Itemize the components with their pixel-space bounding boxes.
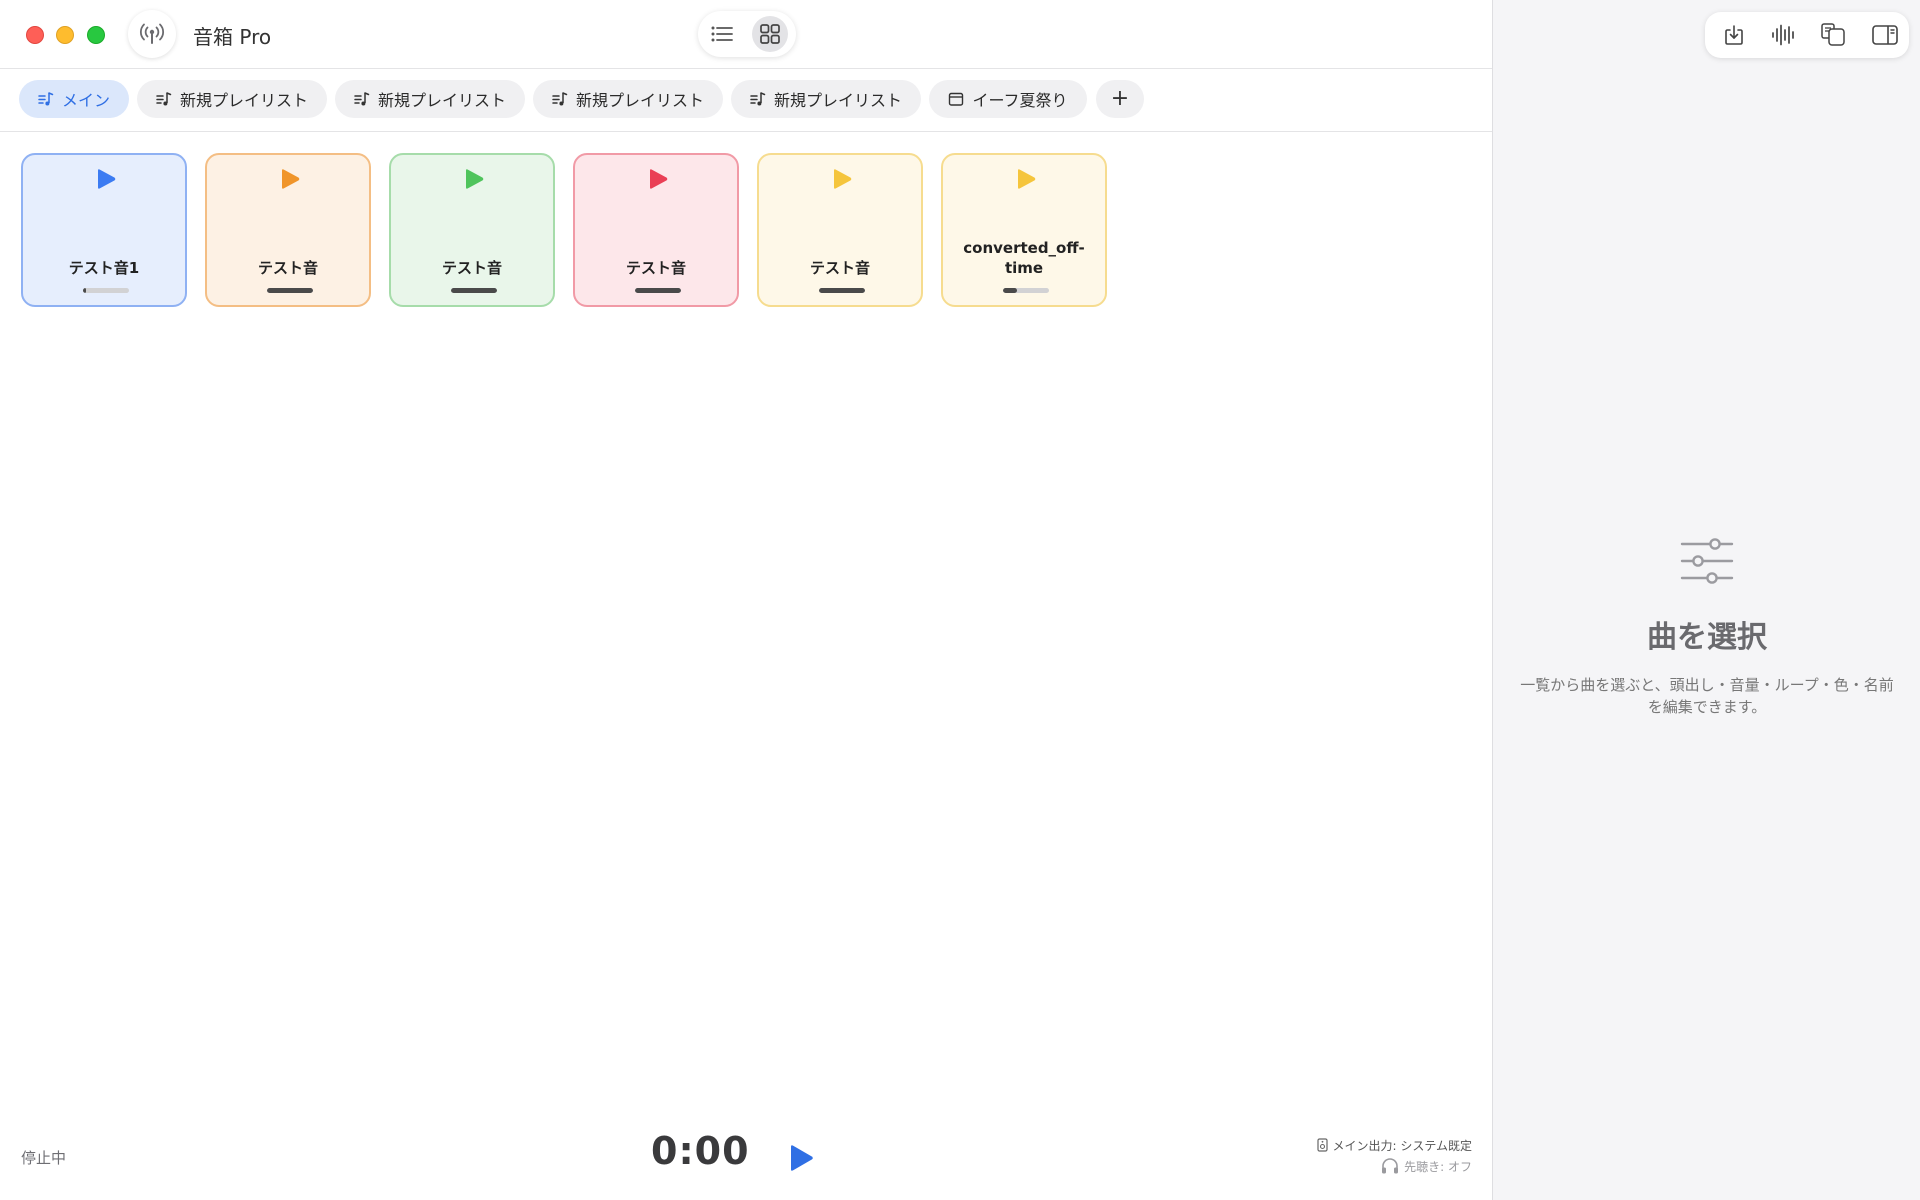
speaker-icon [1316, 1138, 1328, 1152]
main-output-line[interactable]: メイン出力: システム既定 [1316, 1136, 1473, 1154]
tab-label: 新規プレイリスト [179, 91, 308, 110]
tab-4[interactable]: 新規プレイリスト [731, 80, 921, 118]
copy-button[interactable] [1821, 22, 1847, 48]
playlist-icon [750, 92, 766, 106]
time-display: 0:00 [651, 1129, 750, 1173]
playlist-icon [354, 92, 370, 106]
app-title: 音箱 Pro [193, 25, 272, 49]
tab-label: メイン [61, 91, 110, 110]
zoom-window-button[interactable] [87, 26, 105, 44]
play-icon[interactable] [832, 168, 852, 190]
empty-state: 曲を選択 一覧から曲を選ぶと、頭出し・音量・ループ・色・名前を編集できます。 [1493, 538, 1920, 718]
playback-progress-fill [83, 288, 86, 293]
headphones-icon [1382, 1158, 1399, 1174]
tab-3[interactable]: 新規プレイリスト [533, 80, 723, 118]
main-area: 音箱 Pro メイン 新規プレイリスト 新規プレイリスト 新規プレイリスト 新規… [0, 0, 1492, 1200]
playlist-icon [156, 92, 172, 106]
sidebar-toggle-button[interactable] [1872, 22, 1898, 48]
empty-title: 曲を選択 [1647, 620, 1767, 655]
grid-icon [760, 24, 780, 44]
sound-card[interactable]: テスト音1 [21, 153, 187, 307]
tab-label: 新規プレイリスト [377, 91, 506, 110]
play-icon[interactable] [96, 168, 116, 190]
playlist-icon [38, 92, 54, 106]
main-output-label: メイン出力: システム既定 [1332, 1138, 1473, 1153]
playlist-tabs: メイン 新規プレイリスト 新規プレイリスト 新規プレイリスト 新規プレイリスト … [0, 69, 1492, 132]
play-icon[interactable] [648, 168, 668, 190]
add-playlist-label: + [1110, 86, 1130, 111]
sound-card[interactable]: テスト音 [389, 153, 555, 307]
tab-label: 新規プレイリスト [575, 91, 704, 110]
sidebar-toggle-icon [1872, 25, 1898, 45]
sound-card[interactable]: テスト音 [573, 153, 739, 307]
list-view-button[interactable] [704, 16, 740, 52]
tab-2[interactable]: 新規プレイリスト [335, 80, 525, 118]
playback-progress-fill [1003, 288, 1017, 293]
view-mode-toggle [698, 11, 796, 57]
playback-progress-fill [267, 288, 313, 293]
grid-view-button[interactable] [752, 16, 788, 52]
copy-icon [1821, 23, 1845, 46]
sound-name: テスト音 [441, 259, 502, 277]
playback-progress-bar [451, 288, 497, 293]
tab-label: イーフ夏祭り [972, 91, 1068, 110]
sound-name: テスト音1 [68, 259, 140, 277]
playback-progress-bar [819, 288, 865, 293]
monitor-label: 先聴き: オフ [1404, 1159, 1472, 1174]
tab-label: 新規プレイリスト [773, 91, 902, 110]
monitor-line[interactable]: 先聴き: オフ [1317, 1155, 1472, 1177]
playback-progress-bar [83, 288, 129, 293]
playback-progress-fill [451, 288, 497, 293]
playback-progress-bar [267, 288, 313, 293]
sliders-icon [1680, 538, 1734, 584]
minimize-window-button[interactable] [56, 26, 74, 44]
add-playlist-button[interactable]: + [1096, 80, 1144, 118]
playback-status: 停止中 [21, 1149, 67, 1167]
main-play-button[interactable] [788, 1144, 814, 1172]
title-bar: 音箱 Pro [0, 0, 1492, 69]
sound-name: テスト音 [809, 259, 870, 277]
list-icon [711, 26, 733, 42]
tab-0[interactable]: メイン [19, 80, 129, 118]
inspector-toolbar [1705, 12, 1909, 58]
sound-name: converted_off-time [963, 239, 1085, 277]
waveform-button[interactable] [1770, 22, 1796, 48]
playlist-icon [552, 92, 568, 106]
play-icon[interactable] [464, 168, 484, 190]
sound-card[interactable]: converted_off-time [941, 153, 1107, 307]
play-icon [791, 1145, 813, 1171]
calendar-icon [949, 92, 964, 106]
waveform-icon [1772, 24, 1794, 46]
close-window-button[interactable] [26, 26, 44, 44]
playback-progress-fill [819, 288, 865, 293]
empty-description: 一覧から曲を選ぶと、頭出し・音量・ループ・色・名前を編集できます。 [1520, 676, 1894, 716]
import-icon [1725, 25, 1743, 45]
antenna-icon [140, 23, 164, 44]
tab-5[interactable]: イーフ夏祭り [929, 80, 1087, 118]
sound-card[interactable]: テスト音 [757, 153, 923, 307]
inspector-panel: 曲を選択 一覧から曲を選ぶと、頭出し・音量・ループ・色・名前を編集できます。 [1492, 0, 1920, 1200]
import-button[interactable] [1721, 22, 1747, 48]
output-info: メイン出力: システム既定 先聴き: オフ [1316, 1136, 1473, 1177]
sound-name: テスト音 [625, 259, 686, 277]
playback-progress-fill [635, 288, 681, 293]
playback-progress-bar [1003, 288, 1049, 293]
tab-1[interactable]: 新規プレイリスト [137, 80, 327, 118]
play-icon[interactable] [1016, 168, 1036, 190]
sound-card[interactable]: テスト音 [205, 153, 371, 307]
sound-name: テスト音 [257, 259, 318, 277]
playback-progress-bar [635, 288, 681, 293]
broadcast-button[interactable] [128, 10, 176, 58]
play-icon[interactable] [280, 168, 300, 190]
